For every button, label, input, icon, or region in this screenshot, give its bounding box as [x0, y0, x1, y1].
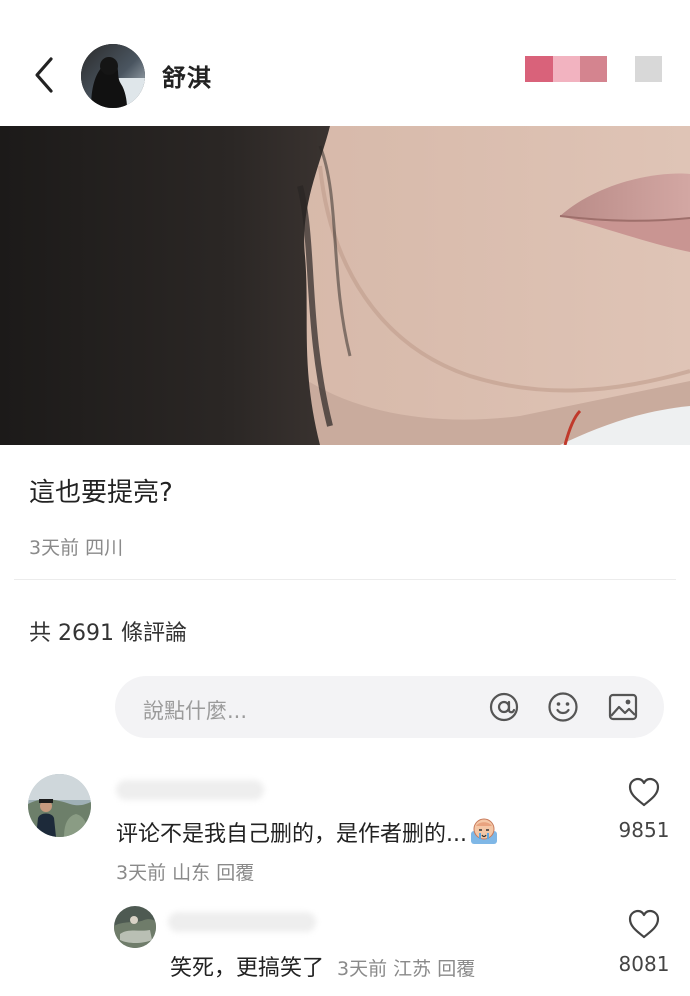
comment-text: 评论不是我自己删的，是作者删的...: [116, 816, 499, 853]
reply-reply-button[interactable]: 回覆: [437, 958, 475, 980]
blurred-more-menu[interactable]: [635, 56, 662, 82]
post-header: 舒淇: [0, 0, 690, 126]
image-icon[interactable]: [605, 689, 641, 725]
commenter-avatar[interactable]: [28, 774, 91, 837]
comment-count: 共 2691 條評論: [29, 621, 187, 646]
comment-input-placeholder: 說點什麼...: [143, 699, 248, 723]
back-arrow-icon: [35, 57, 53, 93]
post-time: 3天前: [29, 537, 80, 559]
post-location: 四川: [85, 537, 124, 559]
author-avatar[interactable]: [81, 44, 145, 108]
comment-location: 山东: [172, 862, 211, 884]
reply-location: 江苏: [393, 958, 432, 980]
blurred-follow-badge: [525, 56, 607, 82]
reply-time: 3天前: [337, 958, 388, 980]
reply-like-count: 8081: [618, 952, 670, 976]
emoji-icon[interactable]: [545, 689, 581, 725]
comment-input[interactable]: 說點什麼...: [115, 676, 664, 738]
like-count: 9851: [618, 818, 670, 842]
reply-text: 笑死，更搞笑了 3天前 江苏 回覆: [170, 956, 476, 981]
post-title: 這也要提亮?: [29, 478, 173, 508]
reply-button[interactable]: 回覆: [216, 862, 254, 884]
like-heart-icon[interactable]: [627, 776, 661, 808]
section-divider: [14, 579, 676, 580]
reply-commenter-avatar[interactable]: [114, 906, 156, 948]
at-icon[interactable]: [486, 689, 522, 725]
crying-emoji-icon: [469, 817, 499, 853]
back-button[interactable]: [26, 52, 62, 98]
reply-commenter-name-blurred: [168, 912, 316, 932]
author-name[interactable]: 舒淇: [162, 58, 212, 93]
reply-like-heart-icon[interactable]: [627, 908, 661, 940]
reply-meta: 3天前 江苏 回覆: [337, 958, 475, 980]
comment-time: 3天前: [116, 862, 167, 884]
commenter-name-blurred: [116, 780, 264, 800]
post-meta: 3天前 四川: [29, 533, 123, 560]
post-image[interactable]: [0, 126, 690, 445]
comment-meta: 3天前 山东 回覆: [116, 858, 254, 885]
